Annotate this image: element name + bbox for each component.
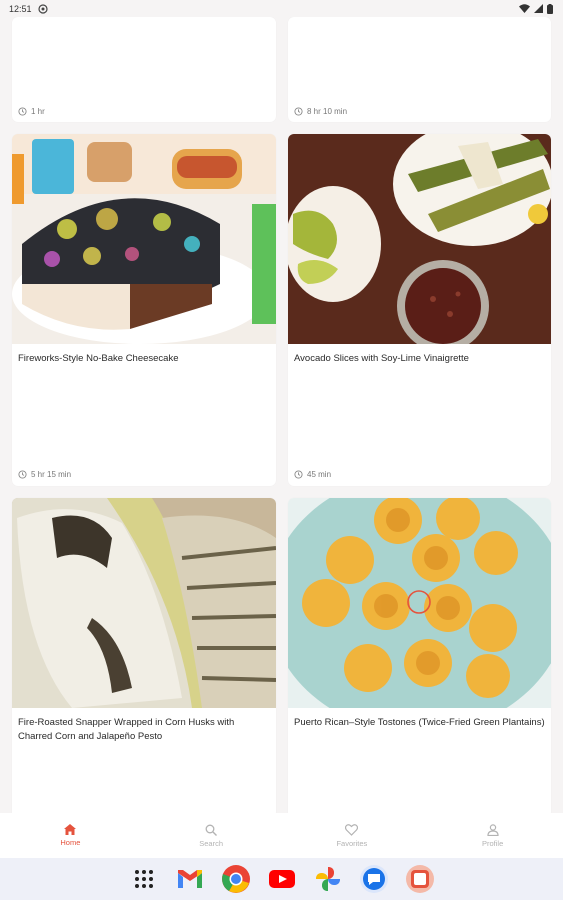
recipe-time: 5 hr 15 min: [18, 470, 71, 479]
recipe-title: Puerto Rican–Style Tostones (Twice-Fried…: [294, 717, 545, 728]
nav-favorites-label: Favorites: [336, 838, 368, 848]
recipe-title: Avocado Slices with Soy-Lime Vinaigrette: [294, 353, 469, 364]
recipe-image: [12, 134, 276, 344]
clock-icon: [294, 470, 303, 479]
recipe-feed[interactable]: 1 hr 8 hr 10 min Fireworks-Style No-Bake…: [0, 17, 563, 813]
battery-icon: [547, 3, 553, 14]
status-bar: 12:51: [0, 0, 563, 17]
recipe-time: 8 hr 10 min: [294, 107, 347, 116]
recipe-image: [288, 498, 551, 708]
nav-profile-label: Profile: [481, 838, 504, 848]
nav-profile[interactable]: Profile: [422, 813, 563, 858]
messages-icon[interactable]: [359, 864, 389, 894]
heart-icon: [345, 823, 359, 836]
recipe-card[interactable]: Fire-Roasted Snapper Wrapped in Corn Hus…: [12, 498, 276, 813]
recipe-image: [288, 134, 551, 344]
recipe-title: Fire-Roasted Snapper Wrapped in Corn Hus…: [18, 717, 235, 742]
person-icon: [487, 823, 499, 836]
clock-icon: [18, 107, 27, 116]
recipe-card[interactable]: Fireworks-Style No-Bake Cheesecake 5 hr …: [12, 134, 276, 486]
recipe-card[interactable]: Avocado Slices with Soy-Lime Vinaigrette…: [288, 134, 551, 486]
nav-home[interactable]: Home: [0, 813, 141, 858]
recipe-time: 1 hr: [18, 107, 45, 116]
notification-icon: [37, 3, 48, 14]
recipe-app-icon[interactable]: [405, 864, 435, 894]
recipe-time-label: 45 min: [307, 470, 332, 479]
status-time: 12:51: [9, 3, 32, 14]
clock-icon: [294, 107, 303, 116]
app-dock: [0, 858, 563, 900]
recipe-time: 45 min: [294, 470, 331, 479]
home-icon: [64, 824, 77, 835]
nav-search-label: Search: [199, 838, 223, 848]
recipe-card[interactable]: 8 hr 10 min: [288, 17, 551, 122]
nav-favorites[interactable]: Favorites: [282, 813, 423, 858]
recipe-time-label: 8 hr 10 min: [307, 107, 348, 116]
recipe-time-label: 5 hr 15 min: [31, 470, 72, 479]
search-icon: [205, 824, 218, 836]
recipe-image: [12, 498, 276, 708]
signal-icon: [534, 4, 543, 13]
recipe-time-label: 1 hr: [31, 107, 45, 116]
app-drawer-icon[interactable]: [129, 864, 159, 894]
recipe-title: Fireworks-Style No-Bake Cheesecake: [18, 353, 179, 364]
nav-search[interactable]: Search: [141, 813, 282, 858]
recipe-card[interactable]: Puerto Rican–Style Tostones (Twice-Fried…: [288, 498, 551, 813]
recipe-card[interactable]: 1 hr: [12, 17, 276, 122]
gmail-icon[interactable]: [175, 864, 205, 894]
photos-icon[interactable]: [313, 864, 343, 894]
wifi-icon: [519, 4, 530, 13]
youtube-icon[interactable]: [267, 864, 297, 894]
clock-icon: [18, 470, 27, 479]
bottom-navigation: Home Search Favorites Profile: [0, 813, 563, 858]
nav-home-label: Home: [60, 838, 81, 847]
chrome-icon[interactable]: [221, 864, 251, 894]
